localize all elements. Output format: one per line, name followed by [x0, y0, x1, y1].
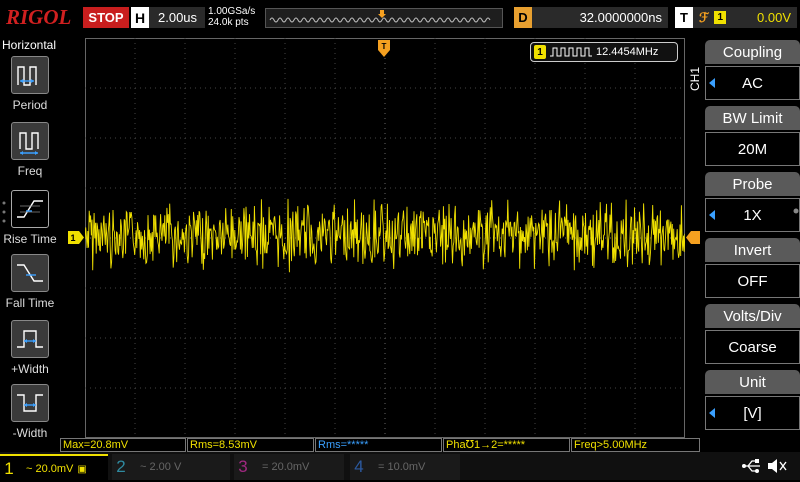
coupling-arrow-icon	[709, 78, 715, 88]
measurement-rms[interactable]: Rms=8.53mV	[187, 438, 314, 452]
ch1-offset-marker[interactable]: 1	[68, 231, 84, 244]
unit-value: [V]	[705, 396, 800, 430]
freq-icon	[11, 122, 49, 160]
coupling-value: AC	[705, 66, 800, 100]
channel-2-number: 2	[116, 457, 126, 476]
probe-title: Probe	[705, 172, 800, 196]
probe-value: 1X	[705, 198, 800, 232]
channel-status-bar: 1 ~ 20.0mV ▣ 2 ~ 2.00 V 3 = 20.0mV 4 = 1…	[0, 452, 800, 482]
fall-time-label: Fall Time	[5, 296, 55, 310]
measurement-max[interactable]: Max=20.8mV	[60, 438, 186, 452]
bw-limit-title: BW Limit	[705, 106, 800, 130]
run-stop-status[interactable]: STOP	[83, 7, 129, 28]
sample-rate: 1.00GSa/s	[208, 6, 256, 17]
svg-text:T: T	[382, 42, 387, 51]
memory-waveform-preview	[269, 10, 491, 23]
fall-time-icon	[11, 254, 49, 292]
channel-3-status[interactable]: 3 = 20.0mV	[234, 454, 344, 480]
counter-value: 12.4454MHz	[596, 46, 659, 58]
freq-label: Freq	[17, 164, 43, 178]
positive-width-icon	[11, 320, 49, 358]
negative-width-label: -Width	[12, 426, 48, 440]
rise-time-icon	[11, 190, 49, 228]
measure-negative-width[interactable]: -Width	[0, 384, 60, 446]
unit-title: Unit	[705, 370, 800, 394]
channel-menu: Coupling AC BW Limit 20M Probe 1X Invert…	[705, 38, 800, 438]
svg-text:RIGOL: RIGOL	[6, 5, 71, 29]
volts-div-value: Coarse	[705, 330, 800, 364]
square-wave-icon	[550, 47, 592, 57]
measurement-freq[interactable]: Freq>5.00MHz	[571, 438, 700, 452]
channel-1-status[interactable]: 1 ~ 20.0mV ▣	[0, 454, 108, 482]
measure-menu-title: Horizontal	[2, 38, 57, 52]
menu-bw-limit[interactable]: BW Limit 20M	[705, 106, 800, 170]
acquisition-info: 1.00GSa/s 24.0k pts	[208, 6, 266, 30]
trigger-level-marker[interactable]	[686, 231, 700, 244]
channel-2-scale: ~ 2.00 V	[140, 461, 182, 473]
channel-4-status[interactable]: 4 = 10.0mV	[350, 454, 460, 480]
measure-freq[interactable]: Freq	[0, 122, 60, 184]
trigger-position-marker[interactable]: T	[378, 40, 390, 58]
measurement-rms-2[interactable]: Rms=*****	[315, 438, 442, 452]
measure-fall-time[interactable]: Fall Time	[0, 254, 60, 316]
channel-1-scale: ~ 20.0mV	[26, 463, 74, 475]
coupling-title: Coupling	[705, 40, 800, 64]
channel-3-number: 3	[238, 457, 248, 476]
positive-width-label: +Width	[11, 362, 49, 376]
bw-limit-icon: ▣	[77, 463, 87, 475]
timebase-value: 2.00us	[158, 10, 198, 25]
side-menu-dots	[793, 208, 799, 214]
delay-value: 32.0000000ns	[579, 10, 662, 25]
measure-menu: Horizontal Period Freq Rise Time Fall Ti…	[0, 38, 60, 440]
channel-4-number: 4	[354, 457, 364, 476]
channel-4-scale: = 10.0mV	[378, 461, 426, 473]
menu-volts-div[interactable]: Volts/Div Coarse	[705, 304, 800, 368]
counter-channel: 1	[534, 45, 546, 59]
svg-text:1: 1	[70, 233, 75, 243]
channel-1-number: 1	[4, 459, 14, 478]
menu-invert[interactable]: Invert OFF	[705, 238, 800, 302]
memory-depth: 24.0k pts	[208, 17, 249, 28]
channel-3-scale: = 20.0mV	[262, 461, 310, 473]
bw-limit-value: 20M	[705, 132, 800, 166]
probe-arrow-icon	[709, 210, 715, 220]
usb-icon	[742, 459, 760, 473]
invert-value: OFF	[705, 264, 800, 298]
rising-edge-trigger-icon: ℱ	[699, 9, 710, 25]
frequency-counter: 1 12.4454MHz	[530, 42, 678, 62]
horizontal-timebase[interactable]: H 2.00us	[131, 7, 205, 28]
measure-period[interactable]: Period	[0, 56, 60, 118]
delay-letter: D	[514, 7, 532, 28]
top-status-bar: RIGOL STOP H 2.00us 1.00GSa/s 24.0k pts …	[0, 0, 800, 38]
waveform-display[interactable]	[85, 38, 685, 438]
menu-coupling[interactable]: Coupling AC	[705, 40, 800, 104]
measurement-phase[interactable]: Pha℧1→2=*****	[443, 438, 570, 452]
trigger-status[interactable]: T ℱ 1 0.00V	[675, 7, 797, 28]
memory-trigger-position-icon	[378, 10, 386, 18]
trigger-source: 1	[714, 11, 727, 24]
horizontal-letter: H	[131, 7, 149, 28]
volts-div-title: Volts/Div	[705, 304, 800, 328]
unit-arrow-icon	[709, 408, 715, 418]
period-label: Period	[12, 98, 48, 112]
sound-muted-icon	[768, 459, 787, 473]
menu-probe[interactable]: Probe 1X	[705, 172, 800, 236]
memory-overview-strip	[265, 8, 503, 28]
channel-menu-label: CH1	[688, 67, 702, 92]
measurement-bar: Max=20.8mV Rms=8.53mV Rms=***** Pha℧1→2=…	[60, 438, 700, 452]
horizontal-delay[interactable]: D 32.0000000ns	[514, 7, 668, 28]
invert-title: Invert	[705, 238, 800, 262]
trigger-level: 0.00V	[757, 10, 791, 25]
menu-page-dots	[2, 201, 6, 223]
status-icons	[742, 459, 787, 473]
measure-rise-time[interactable]: Rise Time	[0, 190, 60, 252]
trigger-letter: T	[675, 7, 693, 28]
period-icon	[11, 56, 49, 94]
negative-width-icon	[11, 384, 49, 422]
rigol-logo: RIGOL	[6, 5, 71, 29]
measure-positive-width[interactable]: +Width	[0, 320, 60, 382]
menu-unit[interactable]: Unit [V]	[705, 370, 800, 434]
channel-2-status[interactable]: 2 ~ 2.00 V	[112, 454, 230, 480]
rise-time-label: Rise Time	[3, 232, 57, 246]
